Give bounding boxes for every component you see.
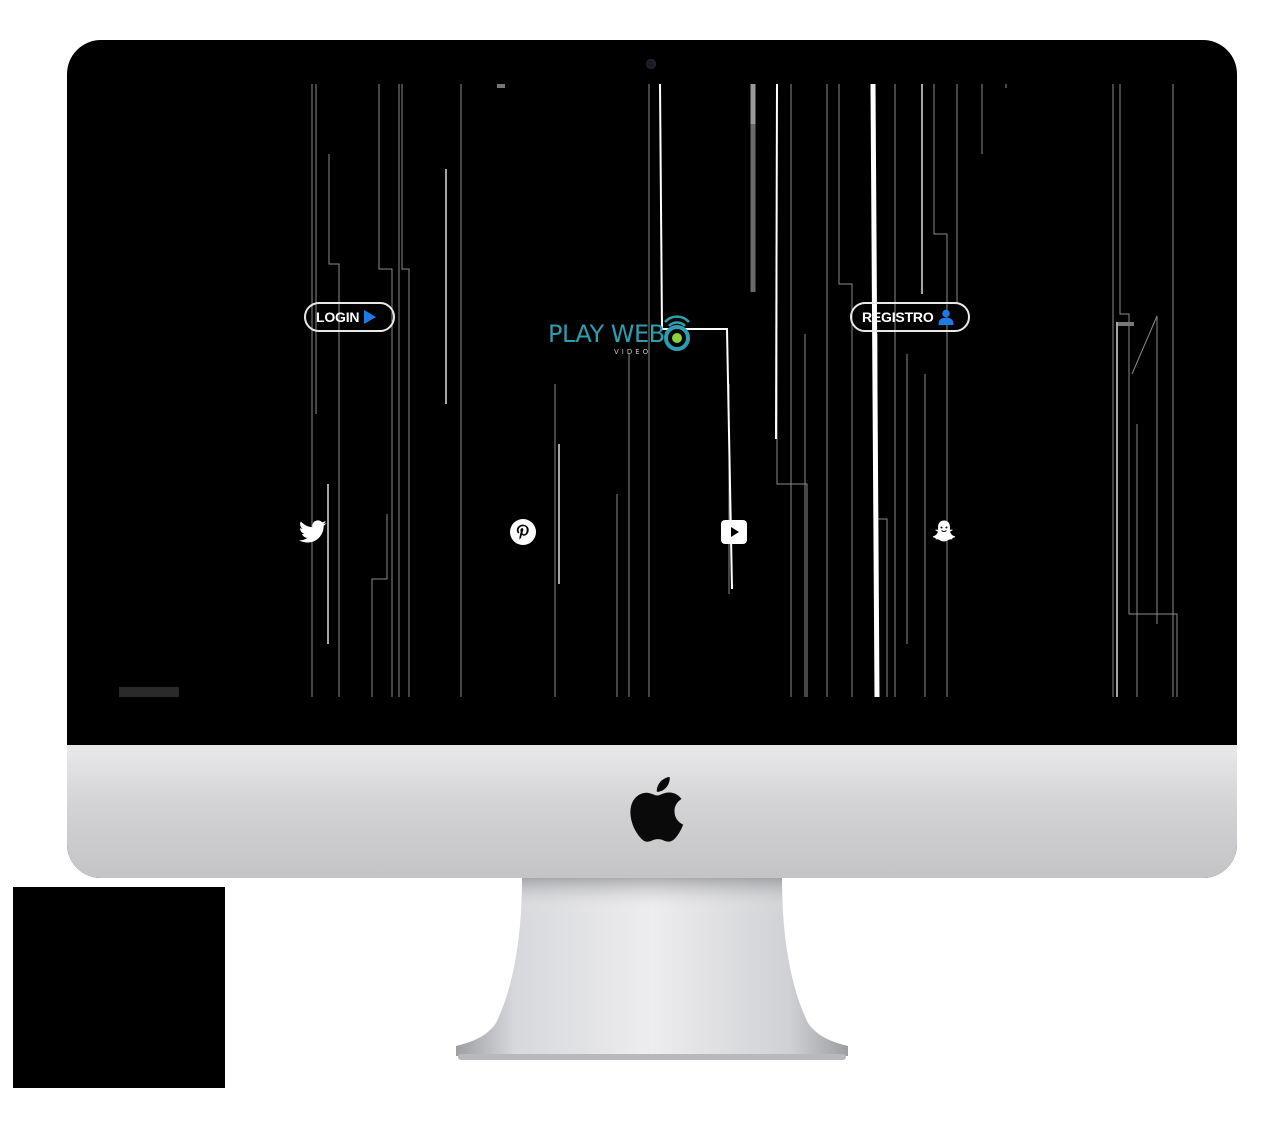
registro-button[interactable]: REGISTRO [850,302,970,332]
page: LOGIN PLAY WEB VIDEO REGISTRO [0,0,1285,1125]
line-animation-background [311,84,1178,697]
pinterest-link[interactable] [508,517,538,547]
registro-label: REGISTRO [862,309,934,325]
youtube-link[interactable] [719,517,749,547]
user-icon [938,309,954,325]
login-button[interactable]: LOGIN [304,302,395,332]
webcam [646,59,656,69]
loading-block [119,687,179,697]
snapchat-link[interactable] [929,517,959,547]
play-triangle-icon [364,310,377,324]
login-label: LOGIN [316,309,360,325]
apple-logo-icon [630,777,684,842]
wifi-signal-icon [664,315,690,351]
imac-monitor: LOGIN PLAY WEB VIDEO REGISTRO [67,40,1237,878]
logo-subtitle: VIDEO [614,348,652,356]
twitter-icon [299,520,327,543]
snapchat-icon [932,520,956,542]
black-square [13,887,225,1088]
play-web-video-logo[interactable]: PLAY WEB VIDEO [544,310,704,360]
screen: LOGIN PLAY WEB VIDEO REGISTRO [117,84,1183,697]
youtube-icon [721,520,747,544]
twitter-link[interactable] [298,517,328,547]
imac-stand [456,878,848,1060]
logo-title: PLAY WEB [548,320,665,348]
pinterest-icon [510,519,536,545]
